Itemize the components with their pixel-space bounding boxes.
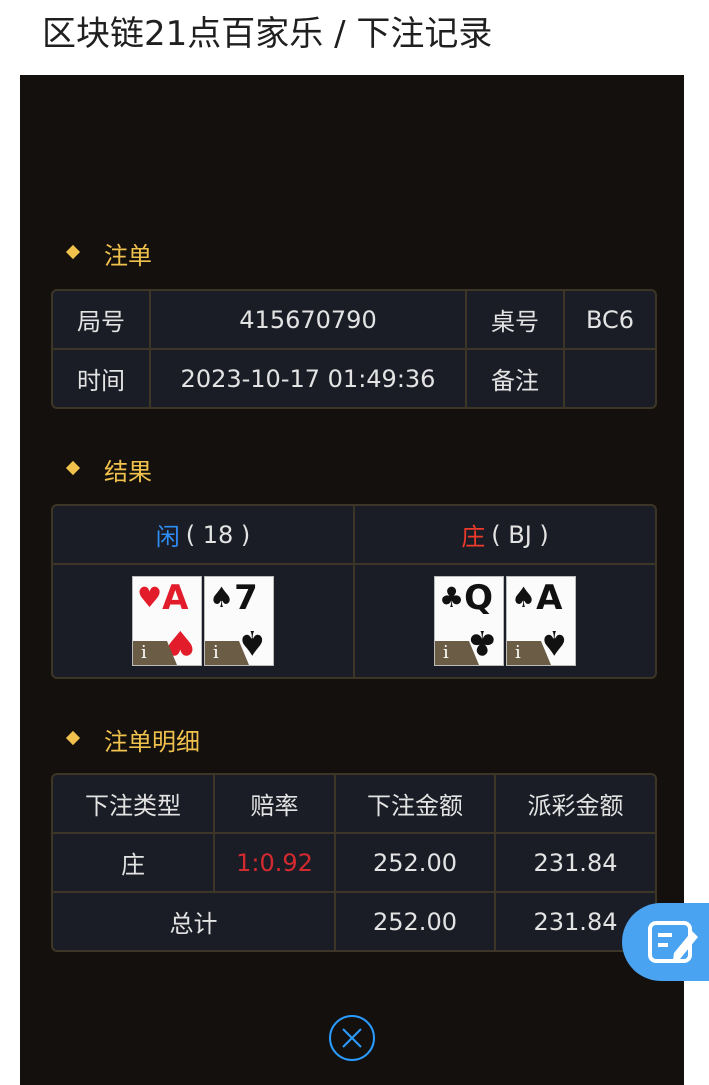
- detail-section-heading: 注单明细: [64, 726, 200, 758]
- result-header-row: 闲 ( 18 ) 庄 ( BJ ): [53, 506, 655, 563]
- card-rank: ♠ A: [511, 581, 562, 615]
- close-circle-icon: [342, 1028, 362, 1048]
- time-value: 2023-10-17 01:49:36: [149, 350, 465, 407]
- result-section-heading: 结果: [64, 456, 152, 488]
- playing-card: ♥ A ♥ i: [132, 576, 202, 666]
- remark-label: 备注: [465, 350, 563, 407]
- card-info-icon[interactable]: i: [205, 641, 249, 665]
- player-score: ( 18 ): [185, 520, 251, 549]
- banker-label: 庄: [461, 523, 486, 551]
- card-rank-text: 7: [234, 578, 258, 618]
- edit-note-icon: [648, 921, 698, 963]
- card-info-icon[interactable]: i: [133, 641, 177, 665]
- page-title: 区块链21点百家乐 / 下注记录: [42, 14, 493, 54]
- card-info-icon[interactable]: i: [507, 641, 551, 665]
- edit-note-button[interactable]: [622, 903, 709, 981]
- col-odds: 赔率: [213, 775, 334, 832]
- detail-header-row: 下注类型 赔率 下注金额 派彩金额: [53, 775, 655, 832]
- order-heading-text: 注单: [104, 242, 152, 270]
- diamond-bullet-icon: [65, 244, 81, 260]
- col-bet-amount: 下注金额: [334, 775, 494, 832]
- bet-amount-cell: 252.00: [334, 834, 494, 891]
- time-label: 时间: [77, 367, 125, 395]
- card-rank-text: A: [162, 578, 189, 618]
- result-heading-text: 结果: [104, 458, 152, 486]
- detail-heading-text: 注单明细: [104, 728, 200, 756]
- result-table: 闲 ( 18 ) 庄 ( BJ ) ♥ A ♥ i ♠ 7 ♠ i ♣ Q ♣ i ♠ A ♠ i: [51, 504, 657, 679]
- banker-cards: ♣ Q ♣ i ♠ A ♠ i: [353, 565, 655, 677]
- card-rank-text: A: [536, 578, 563, 618]
- order-row-round: 局号 415670790 桌号 BC6: [53, 291, 655, 348]
- player-label: 闲: [155, 523, 180, 551]
- remark-value: [563, 350, 655, 407]
- detail-table: 下注类型 赔率 下注金额 派彩金额 庄 1:0.92 252.00 231.84…: [51, 773, 657, 952]
- table-value: BC6: [563, 291, 655, 348]
- table-label: 桌号: [465, 291, 563, 348]
- total-row: 总计 252.00 231.84: [53, 891, 655, 950]
- order-table: 局号 415670790 桌号 BC6 时间 2023-10-17 01:49:…: [51, 289, 657, 409]
- card-suit-icon: ♠: [209, 581, 235, 614]
- total-bet: 252.00: [334, 893, 494, 950]
- col-payout: 派彩金额: [494, 775, 655, 832]
- card-suit-icon: ♣: [439, 581, 465, 614]
- odds-cell: 1:0.92: [213, 834, 334, 891]
- round-value: 415670790: [149, 291, 465, 348]
- card-suit-icon: ♠: [511, 581, 537, 614]
- diamond-bullet-icon: [65, 730, 81, 746]
- bet-record-panel: 注单 局号 415670790 桌号 BC6 时间 2023-10-17 01:…: [20, 75, 684, 1085]
- table-row: 庄 1:0.92 252.00 231.84: [53, 832, 655, 891]
- card-suit-icon: ♥: [137, 581, 163, 614]
- playing-card: ♠ 7 ♠ i: [204, 576, 274, 666]
- card-rank-text: Q: [464, 578, 494, 618]
- card-rank: ♠ 7: [209, 581, 258, 615]
- close-button[interactable]: [329, 1015, 375, 1061]
- player-cards: ♥ A ♥ i ♠ 7 ♠ i: [53, 565, 353, 677]
- payout-cell: 231.84: [494, 834, 655, 891]
- round-label: 局号: [77, 308, 125, 336]
- bet-type-cell: 庄: [121, 851, 145, 879]
- card-info-icon[interactable]: i: [435, 641, 479, 665]
- card-rank: ♣ Q: [439, 581, 493, 615]
- playing-card: ♠ A ♠ i: [506, 576, 576, 666]
- col-bet-type: 下注类型: [85, 792, 181, 820]
- playing-card: ♣ Q ♣ i: [434, 576, 504, 666]
- banker-header: 庄 ( BJ ): [353, 506, 655, 563]
- order-row-time: 时间 2023-10-17 01:49:36 备注: [53, 348, 655, 407]
- order-section-heading: 注单: [64, 240, 152, 272]
- player-header: 闲 ( 18 ): [53, 506, 353, 563]
- result-cards-row: ♥ A ♥ i ♠ 7 ♠ i ♣ Q ♣ i ♠ A ♠ i: [53, 563, 655, 677]
- total-label: 总计: [169, 910, 218, 938]
- banker-score: ( BJ ): [491, 520, 549, 549]
- diamond-bullet-icon: [65, 460, 81, 476]
- card-rank: ♥ A: [137, 581, 188, 615]
